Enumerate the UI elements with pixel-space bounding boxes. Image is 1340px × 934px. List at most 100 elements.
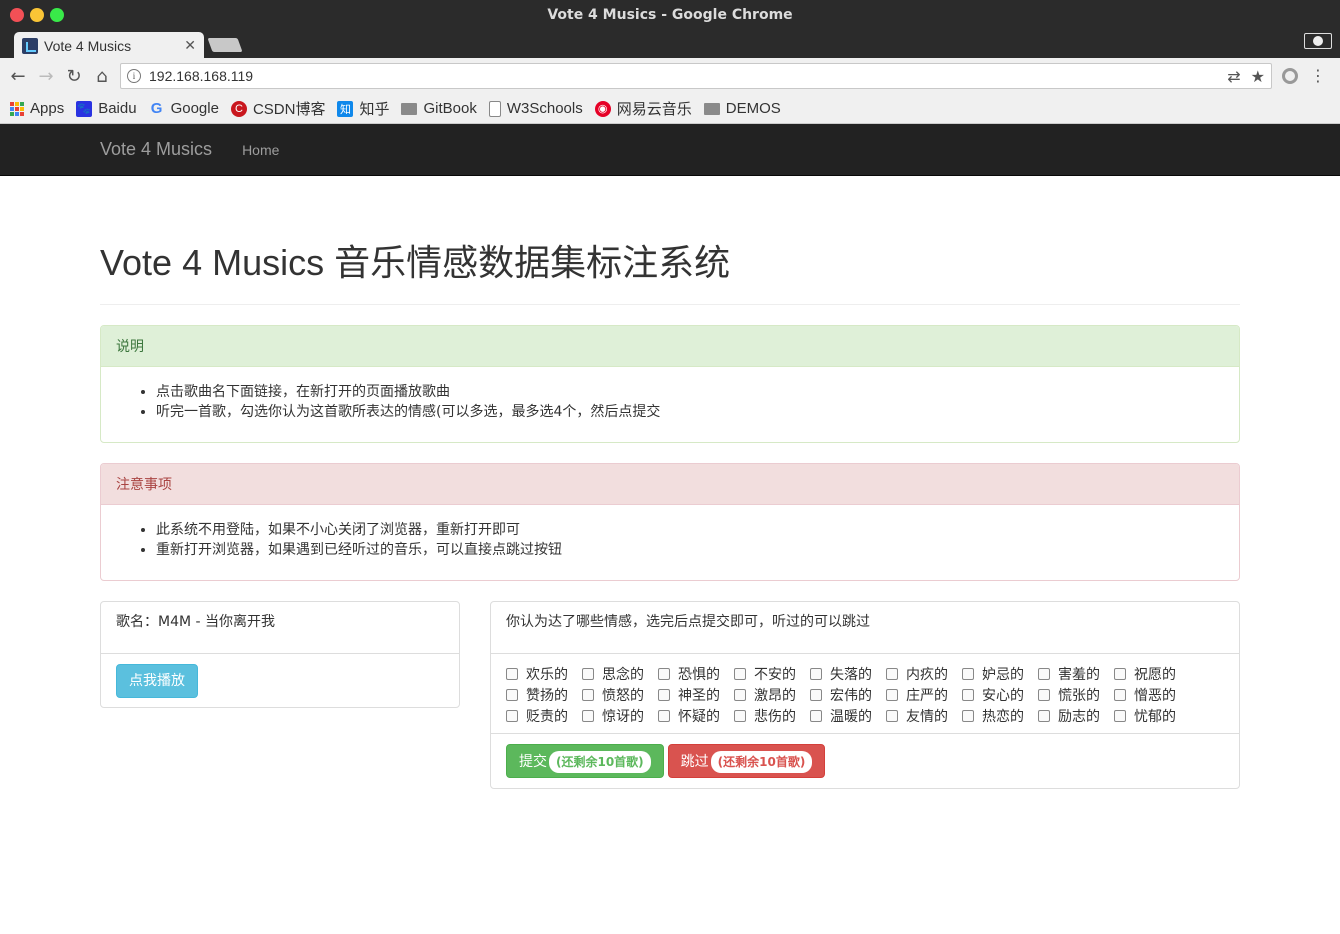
emotion-checkbox[interactable]	[506, 709, 518, 722]
emotion-option[interactable]: 友情的	[886, 706, 962, 725]
emotion-checkbox[interactable]	[506, 667, 518, 680]
bookmark-gitbook[interactable]: GitBook	[401, 100, 477, 117]
emotion-option[interactable]: 慌张的	[1038, 685, 1114, 704]
emotion-checkbox[interactable]	[962, 709, 974, 722]
emotion-option[interactable]: 惊讶的	[582, 706, 658, 725]
bookmark-google[interactable]: G Google	[149, 100, 219, 117]
emotion-option[interactable]: 悲伤的	[734, 706, 810, 725]
emotion-checkbox[interactable]	[1114, 667, 1126, 680]
emotion-option[interactable]: 不安的	[734, 664, 810, 683]
emotion-prompt: 你认为达了哪些情感，选完后点提交即可，听过的可以跳过	[491, 602, 1239, 654]
emotion-checkbox[interactable]	[658, 667, 670, 680]
emotion-option[interactable]: 内疚的	[886, 664, 962, 683]
navbar-brand[interactable]: Vote 4 Musics	[100, 139, 212, 160]
tab-favicon-icon	[22, 38, 38, 54]
emotion-option[interactable]: 忧郁的	[1114, 706, 1190, 725]
emotion-checkbox[interactable]	[886, 688, 898, 701]
new-tab-button[interactable]	[207, 38, 243, 52]
emotion-option[interactable]: 害羞的	[1038, 664, 1114, 683]
emotion-label: 悲伤的	[754, 708, 796, 725]
emotion-option[interactable]: 温暖的	[810, 706, 886, 725]
emotion-option[interactable]: 宏伟的	[810, 685, 886, 704]
emotion-checkbox[interactable]	[962, 667, 974, 680]
extension-icon[interactable]	[1282, 68, 1298, 84]
bookmark-apps[interactable]: Apps	[10, 100, 64, 117]
emotion-label: 激昂的	[754, 687, 796, 704]
emotion-checkbox[interactable]	[582, 667, 594, 680]
emotion-label: 怀疑的	[678, 708, 720, 725]
instructions-panel: 说明 点击歌曲名下面链接，在新打开的页面播放歌曲 听完一首歌，勾选你认为这首歌所…	[100, 325, 1240, 443]
emotion-checkbox[interactable]	[1038, 709, 1050, 722]
emotion-option[interactable]: 失落的	[810, 664, 886, 683]
bookmark-csdn[interactable]: C CSDN博客	[230, 98, 325, 119]
bookmark-star-icon[interactable]: ★	[1251, 67, 1265, 86]
emotion-checkbox[interactable]	[886, 709, 898, 722]
notes-list: 此系统不用登陆，如果不小心关闭了浏览器，重新打开即可 重新打开浏览器，如果遇到已…	[116, 520, 1224, 560]
emotion-option[interactable]: 愤怒的	[582, 685, 658, 704]
bookmark-zhihu[interactable]: 知 知乎	[337, 98, 389, 119]
emotion-option[interactable]: 祝愿的	[1114, 664, 1190, 683]
home-icon[interactable]: ⌂	[88, 66, 116, 87]
emotion-checkbox[interactable]	[1114, 709, 1126, 722]
back-arrow-icon[interactable]: ←	[4, 66, 32, 87]
chrome-menu-icon[interactable]: ⋮	[1310, 66, 1326, 85]
emotion-checkbox[interactable]	[1038, 667, 1050, 680]
emotion-checkbox[interactable]	[582, 688, 594, 701]
window-titlebar: Vote 4 Musics - Google Chrome	[0, 0, 1340, 30]
bookmark-netease-music[interactable]: ◉ 网易云音乐	[594, 98, 692, 119]
emotion-checkbox[interactable]	[734, 688, 746, 701]
notes-heading: 注意事项	[101, 464, 1239, 505]
emotion-option[interactable]: 恐惧的	[658, 664, 734, 683]
emotion-checkbox[interactable]	[1114, 688, 1126, 701]
emotion-option[interactable]: 激昂的	[734, 685, 810, 704]
emotion-checkbox[interactable]	[734, 667, 746, 680]
emotion-option[interactable]: 思念的	[582, 664, 658, 683]
translate-icon[interactable]: ⇄	[1227, 67, 1240, 86]
emotion-checkbox[interactable]	[810, 709, 822, 722]
song-name: 歌名：M4M - 当你离开我	[101, 602, 459, 654]
emotion-option[interactable]: 憎恶的	[1114, 685, 1190, 704]
browser-tab[interactable]: Vote 4 Musics ✕	[14, 32, 204, 60]
emotion-label: 失落的	[830, 666, 872, 683]
tab-title: Vote 4 Musics	[44, 38, 132, 54]
emotion-option[interactable]: 励志的	[1038, 706, 1114, 725]
submit-button[interactable]: 提交 (还剩余10首歌)	[506, 744, 664, 778]
emotion-option[interactable]: 庄严的	[886, 685, 962, 704]
info-icon[interactable]: i	[127, 69, 141, 83]
emotion-checkbox[interactable]	[658, 688, 670, 701]
bookmark-w3schools[interactable]: W3Schools	[488, 100, 583, 117]
reload-icon[interactable]: ↻	[60, 66, 88, 87]
emotion-checkbox[interactable]	[886, 667, 898, 680]
forward-arrow-icon[interactable]: →	[32, 66, 60, 87]
emotion-option[interactable]: 欢乐的	[506, 664, 582, 683]
emotion-option[interactable]: 妒忌的	[962, 664, 1038, 683]
emotion-checkbox[interactable]	[810, 688, 822, 701]
emotion-option[interactable]: 神圣的	[658, 685, 734, 704]
emotion-checkbox[interactable]	[582, 709, 594, 722]
emotion-checkbox[interactable]	[810, 667, 822, 680]
bookmark-demos[interactable]: DEMOS	[703, 100, 781, 117]
emotion-checkbox[interactable]	[962, 688, 974, 701]
skip-button[interactable]: 跳过 (还剩余10首歌)	[667, 744, 826, 778]
emotion-checkbox[interactable]	[734, 709, 746, 722]
emotion-checkbox[interactable]	[1038, 688, 1050, 701]
emotion-option[interactable]: 热恋的	[962, 706, 1038, 725]
emotion-label: 妒忌的	[982, 666, 1024, 683]
emotion-option[interactable]: 安心的	[962, 685, 1038, 704]
address-bar[interactable]: i 192.168.168.119 ⇄ ★	[120, 63, 1272, 89]
main-container: Vote 4 Musics 音乐情感数据集标注系统 说明 点击歌曲名下面链接，在…	[100, 176, 1240, 789]
play-button[interactable]: 点我播放	[116, 664, 198, 698]
profile-button[interactable]	[1304, 33, 1332, 49]
emotion-option[interactable]: 怀疑的	[658, 706, 734, 725]
emotion-checkbox[interactable]	[658, 709, 670, 722]
emotion-option[interactable]: 赞扬的	[506, 685, 582, 704]
nav-home-link[interactable]: Home	[242, 142, 279, 158]
page-title: Vote 4 Musics 音乐情感数据集标注系统	[100, 242, 731, 283]
emotion-label: 惊讶的	[602, 708, 644, 725]
emotion-option[interactable]: 贬责的	[506, 706, 582, 725]
bookmark-baidu[interactable]: 🐾 Baidu	[76, 100, 137, 117]
emotion-label: 安心的	[982, 687, 1024, 704]
emotion-checkbox[interactable]	[506, 688, 518, 701]
folder-icon	[401, 102, 418, 115]
tab-close-icon[interactable]: ✕	[184, 38, 196, 54]
